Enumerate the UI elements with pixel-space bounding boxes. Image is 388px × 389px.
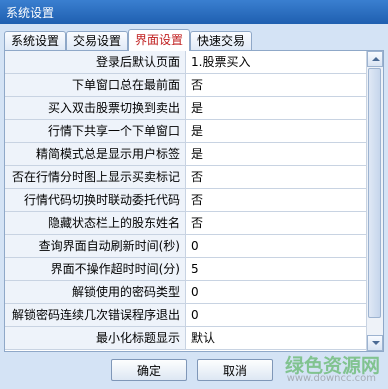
watermark-url: www.downcc.com (286, 373, 376, 384)
settings-row[interactable]: 买入双击股票切换到卖出 是 (5, 97, 366, 120)
setting-label: 界面不操作超时时间(分) (5, 258, 186, 280)
setting-label: 下单窗口总在最前面 (5, 74, 186, 96)
setting-label: 隐藏状态栏上的股东姓名 (5, 212, 186, 234)
settings-grid: 登录后默认页面 1.股票买入 下单窗口总在最前面 否 买入双击股票切换到卖出 是… (5, 51, 366, 350)
settings-row[interactable]: 界面不操作超时时间(分) 5 (5, 258, 366, 281)
scroll-thumb[interactable] (368, 68, 381, 318)
setting-value[interactable]: 否 (186, 166, 366, 188)
setting-value[interactable]: 否 (186, 189, 366, 211)
setting-label: 查询界面自动刷新时间(秒) (5, 235, 186, 257)
tab-ui-settings[interactable]: 界面设置 (128, 29, 191, 51)
settings-row[interactable]: 行情下共享一个下单窗口 是 (5, 120, 366, 143)
settings-row[interactable]: 隐藏状态栏上的股东姓名 否 (5, 212, 366, 235)
tab-bar: 系统设置 交易设置 界面设置 快速交易 (4, 29, 384, 51)
cancel-button[interactable]: 取消 (197, 359, 273, 381)
setting-value[interactable]: 否 (186, 212, 366, 234)
watermark-text: 绿色资源网 (284, 355, 380, 377)
setting-label: 登录后默认页面 (5, 51, 186, 73)
window-title: 系统设置 (6, 6, 55, 20)
settings-row[interactable]: 精简模式总是显示用户标签 是 (5, 143, 366, 166)
arrow-down-icon (372, 341, 380, 345)
setting-label: 解锁使用的密码类型 (5, 281, 186, 303)
settings-row[interactable]: 查询界面自动刷新时间(秒) 0 (5, 235, 366, 258)
setting-label: 否在行情分时图上显示买卖标记 (5, 166, 186, 188)
tab-system-settings[interactable]: 系统设置 (4, 31, 67, 51)
setting-label: 买入双击股票切换到卖出 (5, 97, 186, 119)
setting-value[interactable]: 0 (186, 235, 366, 257)
title-bar[interactable]: 系统设置 (0, 0, 388, 24)
setting-value[interactable]: 0 (186, 304, 366, 326)
settings-panel: 登录后默认页面 1.股票买入 下单窗口总在最前面 否 买入双击股票切换到卖出 是… (4, 51, 384, 352)
settings-row[interactable]: 登录后默认页面 1.股票买入 (5, 51, 366, 74)
setting-value[interactable]: 0 (186, 281, 366, 303)
setting-label: 最小化标题显示 (5, 327, 186, 349)
settings-row[interactable]: 下单窗口总在最前面 否 (5, 74, 366, 97)
setting-value[interactable]: 是 (186, 143, 366, 165)
ok-button[interactable]: 确定 (111, 359, 187, 381)
settings-row[interactable]: 最小化标题显示 默认 (5, 327, 366, 350)
watermark: 绿色资源网 www.downcc.com (264, 351, 384, 385)
tab-trade-settings[interactable]: 交易设置 (66, 31, 129, 51)
setting-value[interactable]: 5 (186, 258, 366, 280)
settings-row[interactable]: 解锁使用的密码类型 0 (5, 281, 366, 304)
setting-label: 行情代码切换时联动委托代码 (5, 189, 186, 211)
arrow-up-icon (372, 57, 380, 61)
settings-row[interactable]: 解锁密码连续几次错误程序退出 0 (5, 304, 366, 327)
vertical-scrollbar[interactable] (366, 51, 383, 351)
settings-row[interactable]: 否在行情分时图上显示买卖标记 否 (5, 166, 366, 189)
setting-value[interactable]: 默认 (186, 327, 366, 349)
setting-value[interactable]: 是 (186, 120, 366, 142)
scroll-down-button[interactable] (367, 335, 383, 351)
setting-value[interactable]: 是 (186, 97, 366, 119)
tab-quick-trade[interactable]: 快速交易 (190, 31, 253, 51)
settings-row[interactable]: 行情代码切换时联动委托代码 否 (5, 189, 366, 212)
setting-value[interactable]: 1.股票买入 (186, 51, 366, 73)
scroll-up-button[interactable] (367, 51, 383, 67)
setting-label: 行情下共享一个下单窗口 (5, 120, 186, 142)
setting-label: 精简模式总是显示用户标签 (5, 143, 186, 165)
setting-value[interactable]: 否 (186, 74, 366, 96)
setting-label: 解锁密码连续几次错误程序退出 (5, 304, 186, 326)
